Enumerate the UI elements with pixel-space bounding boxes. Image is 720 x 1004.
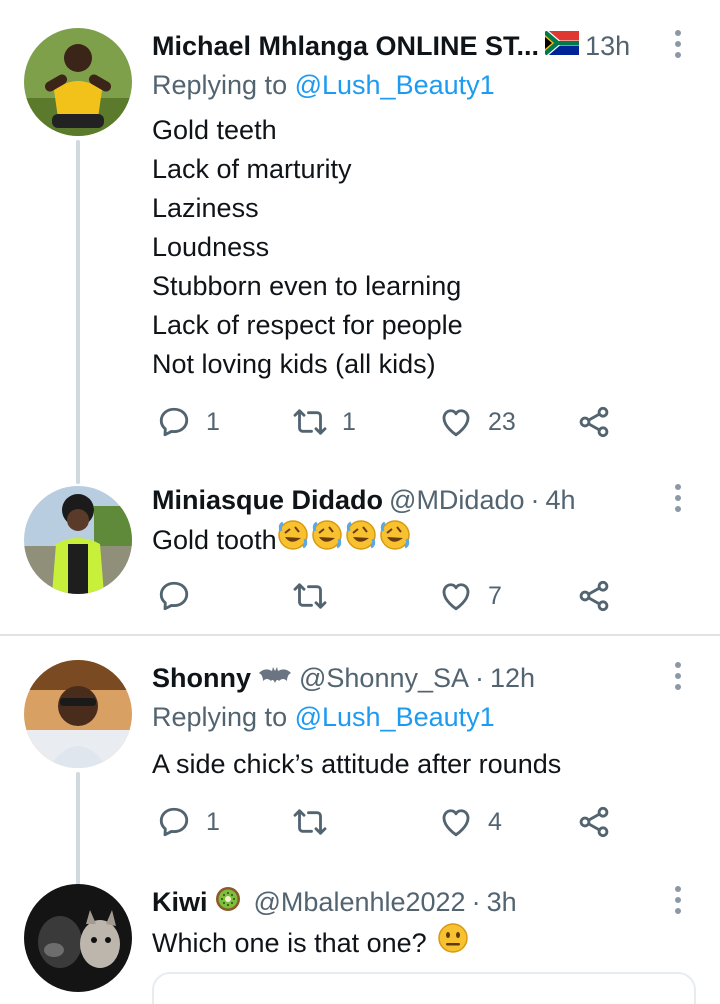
tweet-time[interactable]: 13h — [585, 31, 630, 62]
display-name[interactable]: Shonny — [152, 663, 251, 694]
tweet-header: Shonny @Shonny_SA · 12h — [152, 658, 660, 698]
reply-button[interactable] — [156, 574, 192, 618]
retweet-button[interactable]: 1 — [292, 400, 356, 444]
neutral-face-emoji-icon — [437, 922, 469, 965]
like-button[interactable]: 4 — [438, 800, 502, 844]
retweet-icon — [293, 583, 327, 609]
tweet-shonny[interactable]: Shonny @Shonny_SA · 12h Replying to @Lus… — [0, 636, 720, 886]
kiwi-emoji-icon — [214, 885, 242, 920]
separator-dot: · — [530, 484, 540, 515]
more-options-icon[interactable] — [666, 656, 690, 696]
share-button[interactable] — [576, 800, 612, 844]
share-icon — [579, 580, 609, 612]
share-icon — [579, 406, 609, 438]
heart-icon — [442, 809, 470, 837]
reply-icon — [159, 407, 189, 437]
share-button[interactable] — [576, 400, 612, 444]
tweet-text: A side chick’s attitude after rounds — [152, 745, 680, 784]
tweet-header: Miniasque Didado @MDidado · 4h — [152, 480, 660, 520]
text-line: Gold teeth — [152, 115, 277, 145]
avatar-kiwi[interactable] — [24, 884, 132, 992]
retweet-count: 1 — [342, 407, 356, 436]
tweet-time[interactable]: 4h — [546, 485, 576, 516]
reply-button[interactable]: 1 — [156, 800, 220, 844]
display-name[interactable]: Kiwi — [152, 887, 208, 918]
tweet-actions: 1 1 23 — [152, 400, 632, 444]
retweet-icon — [293, 809, 327, 835]
tweet-michael[interactable]: Michael Mhlanga ONLINE ST... 13h Replyin… — [0, 0, 720, 484]
tweet-text: Gold teeth Lack of marturity Laziness Lo… — [152, 111, 680, 384]
reply-count: 1 — [206, 807, 220, 836]
more-options-icon[interactable] — [666, 880, 690, 920]
replying-label: Replying to — [152, 702, 295, 732]
avatar-michael[interactable] — [24, 28, 132, 136]
heart-icon — [442, 409, 470, 437]
replying-to: Replying to @Lush_Beauty1 — [152, 70, 495, 101]
avatar-shonny[interactable] — [24, 660, 132, 768]
embedded-card[interactable] — [152, 972, 696, 1004]
user-handle[interactable]: @Mbalenhle2022 — [254, 887, 466, 918]
tweet-time[interactable]: 12h — [490, 663, 535, 694]
replying-to-link[interactable]: @Lush_Beauty1 — [295, 702, 495, 732]
reply-icon — [159, 807, 189, 837]
text-line: Not loving kids (all kids) — [152, 349, 436, 379]
more-options-icon[interactable] — [666, 478, 690, 518]
like-button[interactable]: 7 — [438, 574, 502, 618]
tweet-header: Michael Mhlanga ONLINE ST... 13h — [152, 26, 660, 66]
tweet-text: Gold tooth — [152, 519, 680, 562]
share-icon — [579, 806, 609, 838]
tweet-actions: 1 4 — [152, 800, 632, 844]
rolling-on-floor-laughing-emoji-icon — [277, 519, 413, 562]
user-handle[interactable]: @Shonny_SA — [299, 663, 469, 694]
user-handle[interactable]: @MDidado — [389, 485, 524, 516]
text-line: Laziness — [152, 193, 259, 223]
tweet-miniasque[interactable]: Miniasque Didado @MDidado · 4h Gold toot… — [0, 480, 720, 634]
like-button[interactable]: 23 — [438, 400, 516, 444]
replying-label: Replying to — [152, 70, 295, 100]
replying-to-link[interactable]: @Lush_Beauty1 — [295, 70, 495, 100]
display-name[interactable]: Miniasque Didado — [152, 485, 383, 516]
replying-to: Replying to @Lush_Beauty1 — [152, 702, 495, 733]
separator-dot: · — [471, 886, 481, 917]
text-line: Stubborn even to learning — [152, 271, 462, 301]
text-line: Which one is that one? — [152, 928, 427, 958]
tweet-time[interactable]: 3h — [487, 887, 517, 918]
thread-line — [76, 140, 80, 484]
tweet-actions: 7 — [152, 574, 632, 618]
text-line: A side chick’s attitude after rounds — [152, 749, 562, 779]
like-count: 4 — [488, 807, 502, 836]
tweet-header: Kiwi @Mbalenhle2022 · 3h — [152, 882, 660, 922]
share-button[interactable] — [576, 574, 612, 618]
retweet-button[interactable] — [292, 800, 328, 844]
display-name[interactable]: Michael Mhlanga ONLINE ST... — [152, 31, 539, 62]
thread-line — [76, 772, 80, 886]
text-line: Gold tooth — [152, 525, 277, 555]
avatar-miniasque[interactable] — [24, 486, 132, 594]
south-africa-flag-icon — [543, 28, 580, 62]
like-count: 23 — [488, 407, 516, 436]
reply-icon — [159, 581, 189, 611]
text-line: Lack of respect for people — [152, 310, 463, 340]
text-line: Lack of marturity — [152, 154, 352, 184]
text-line: Loudness — [152, 232, 270, 262]
like-count: 7 — [488, 581, 502, 610]
reply-button[interactable]: 1 — [156, 400, 220, 444]
reply-count: 1 — [206, 407, 220, 436]
retweet-icon — [293, 409, 327, 435]
heart-icon — [442, 583, 470, 611]
retweet-button[interactable] — [292, 574, 328, 618]
more-options-icon[interactable] — [666, 24, 690, 64]
bat-emoji-icon — [257, 663, 293, 694]
tweet-text: Which one is that one? — [152, 922, 680, 965]
separator-dot: · — [475, 662, 485, 693]
